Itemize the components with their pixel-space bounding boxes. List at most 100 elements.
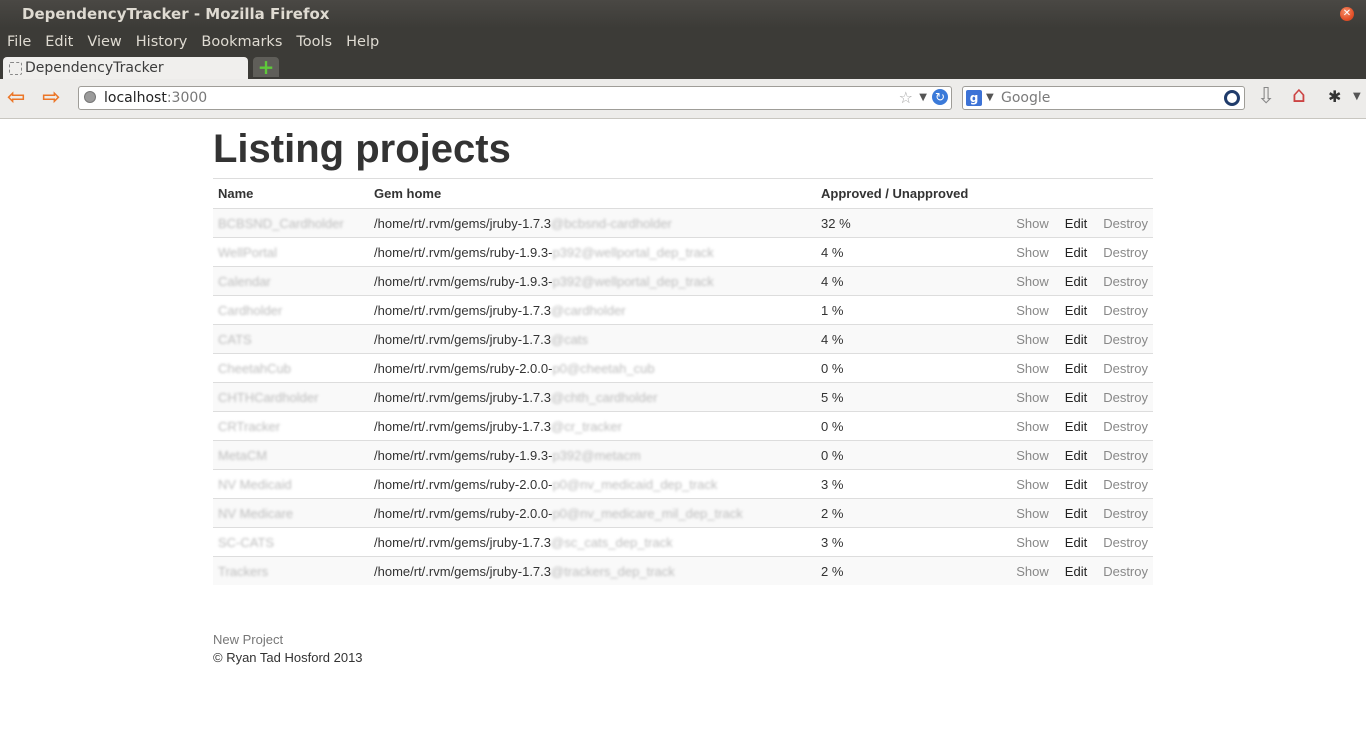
search-icon[interactable]	[1224, 90, 1240, 106]
destroy-link[interactable]: Destroy	[1103, 506, 1148, 521]
project-name: BCBSND_Cardholder	[213, 208, 369, 238]
url-bar[interactable]: localhost:3000 ☆ ▼ ↻	[78, 86, 952, 110]
project-gem-home: /home/rt/.rvm/gems/ruby-2.0.0-p0@nv_medi…	[369, 469, 816, 499]
search-input[interactable]: Google	[1001, 87, 1050, 109]
show-link[interactable]: Show	[1016, 361, 1049, 376]
project-actions: Show Edit Destroy	[995, 324, 1153, 354]
project-actions: Show Edit Destroy	[995, 266, 1153, 296]
show-link[interactable]: Show	[1016, 419, 1049, 434]
show-link[interactable]: Show	[1016, 332, 1049, 347]
project-gem-home: /home/rt/.rvm/gems/ruby-2.0.0-p0@nv_medi…	[369, 498, 816, 528]
tab-strip: DependencyTracker +	[0, 55, 1366, 79]
destroy-link[interactable]: Destroy	[1103, 448, 1148, 463]
edit-link[interactable]: Edit	[1065, 535, 1087, 550]
project-name: CHTHCardholder	[213, 382, 369, 412]
destroy-link[interactable]: Destroy	[1103, 390, 1148, 405]
destroy-link[interactable]: Destroy	[1103, 477, 1148, 492]
edit-link[interactable]: Edit	[1065, 506, 1087, 521]
header-approved: Approved / Unapproved	[816, 178, 995, 209]
project-approved-pct: 3 %	[816, 469, 995, 499]
project-name: CRTracker	[213, 411, 369, 441]
project-name: WellPortal	[213, 237, 369, 267]
addon-dropdown-icon[interactable]: ▼	[1353, 91, 1361, 102]
edit-link[interactable]: Edit	[1065, 332, 1087, 347]
table-row: Cardholder/home/rt/.rvm/gems/jruby-1.7.3…	[213, 295, 1153, 325]
menu-edit[interactable]: Edit	[45, 34, 73, 50]
table-row: NV Medicaid/home/rt/.rvm/gems/ruby-2.0.0…	[213, 469, 1153, 499]
menu-view[interactable]: View	[87, 34, 121, 50]
back-arrow-icon[interactable]: ⇦	[7, 87, 25, 109]
page-favicon-icon	[9, 62, 22, 75]
url-history-dropdown-icon[interactable]: ▼	[919, 87, 927, 109]
show-link[interactable]: Show	[1016, 477, 1049, 492]
show-link[interactable]: Show	[1016, 274, 1049, 289]
destroy-link[interactable]: Destroy	[1103, 361, 1148, 376]
header-name: Name	[213, 178, 369, 209]
projects-table: Name Gem home Approved / Unapproved BCBS…	[213, 178, 1153, 585]
bookmark-star-icon[interactable]: ☆	[899, 87, 913, 109]
project-name: MetaCM	[213, 440, 369, 470]
home-icon[interactable]: ⌂	[1292, 85, 1306, 107]
page-title: Listing projects	[213, 127, 511, 171]
forward-arrow-icon[interactable]: ⇨	[42, 87, 60, 109]
project-gem-home: /home/rt/.rvm/gems/jruby-1.7.3@cats	[369, 324, 816, 354]
destroy-link[interactable]: Destroy	[1103, 303, 1148, 318]
project-actions: Show Edit Destroy	[995, 411, 1153, 441]
search-engine-dropdown-icon[interactable]: ▼	[986, 87, 994, 109]
google-engine-icon[interactable]: g	[966, 90, 982, 106]
addon-bug-icon[interactable]: ✱	[1328, 87, 1341, 106]
table-row: NV Medicare/home/rt/.rvm/gems/ruby-2.0.0…	[213, 498, 1153, 528]
show-link[interactable]: Show	[1016, 245, 1049, 260]
menu-history[interactable]: History	[136, 34, 188, 50]
table-row: CATS/home/rt/.rvm/gems/jruby-1.7.3@cats 4…	[213, 324, 1153, 354]
tab-dependencytracker[interactable]: DependencyTracker	[3, 57, 248, 79]
edit-link[interactable]: Edit	[1065, 448, 1087, 463]
edit-link[interactable]: Edit	[1065, 564, 1087, 579]
project-actions: Show Edit Destroy	[995, 440, 1153, 470]
show-link[interactable]: Show	[1016, 303, 1049, 318]
project-approved-pct: 0 %	[816, 440, 995, 470]
search-bar[interactable]: g ▼ Google	[962, 86, 1245, 110]
new-tab-button[interactable]: +	[253, 57, 279, 77]
destroy-link[interactable]: Destroy	[1103, 535, 1148, 550]
project-approved-pct: 2 %	[816, 556, 995, 585]
destroy-link[interactable]: Destroy	[1103, 216, 1148, 231]
project-actions: Show Edit Destroy	[995, 237, 1153, 267]
edit-link[interactable]: Edit	[1065, 245, 1087, 260]
destroy-link[interactable]: Destroy	[1103, 245, 1148, 260]
menu-file[interactable]: File	[7, 34, 31, 50]
show-link[interactable]: Show	[1016, 564, 1049, 579]
globe-icon	[84, 91, 96, 103]
show-link[interactable]: Show	[1016, 390, 1049, 405]
menu-bookmarks[interactable]: Bookmarks	[201, 34, 282, 50]
edit-link[interactable]: Edit	[1065, 274, 1087, 289]
tab-label: DependencyTracker	[25, 60, 164, 76]
edit-link[interactable]: Edit	[1065, 419, 1087, 434]
destroy-link[interactable]: Destroy	[1103, 564, 1148, 579]
destroy-link[interactable]: Destroy	[1103, 332, 1148, 347]
new-project-link[interactable]: New Project	[213, 632, 1153, 647]
project-approved-pct: 0 %	[816, 353, 995, 383]
table-row: CheetahCub/home/rt/.rvm/gems/ruby-2.0.0-…	[213, 353, 1153, 383]
edit-link[interactable]: Edit	[1065, 477, 1087, 492]
download-icon[interactable]: ⇩	[1257, 86, 1275, 108]
destroy-link[interactable]: Destroy	[1103, 274, 1148, 289]
menu-tools[interactable]: Tools	[296, 34, 332, 50]
project-approved-pct: 5 %	[816, 382, 995, 412]
edit-link[interactable]: Edit	[1065, 216, 1087, 231]
project-approved-pct: 4 %	[816, 266, 995, 296]
project-approved-pct: 4 %	[816, 237, 995, 267]
copyright-text: © Ryan Tad Hosford 2013	[213, 650, 363, 665]
edit-link[interactable]: Edit	[1065, 361, 1087, 376]
destroy-link[interactable]: Destroy	[1103, 419, 1148, 434]
show-link[interactable]: Show	[1016, 448, 1049, 463]
show-link[interactable]: Show	[1016, 216, 1049, 231]
menu-help[interactable]: Help	[346, 34, 379, 50]
edit-link[interactable]: Edit	[1065, 303, 1087, 318]
table-row: BCBSND_Cardholder/home/rt/.rvm/gems/jrub…	[213, 208, 1153, 238]
edit-link[interactable]: Edit	[1065, 390, 1087, 405]
show-link[interactable]: Show	[1016, 506, 1049, 521]
close-window-button[interactable]: ✕	[1340, 7, 1354, 21]
show-link[interactable]: Show	[1016, 535, 1049, 550]
reload-icon[interactable]: ↻	[932, 89, 948, 105]
